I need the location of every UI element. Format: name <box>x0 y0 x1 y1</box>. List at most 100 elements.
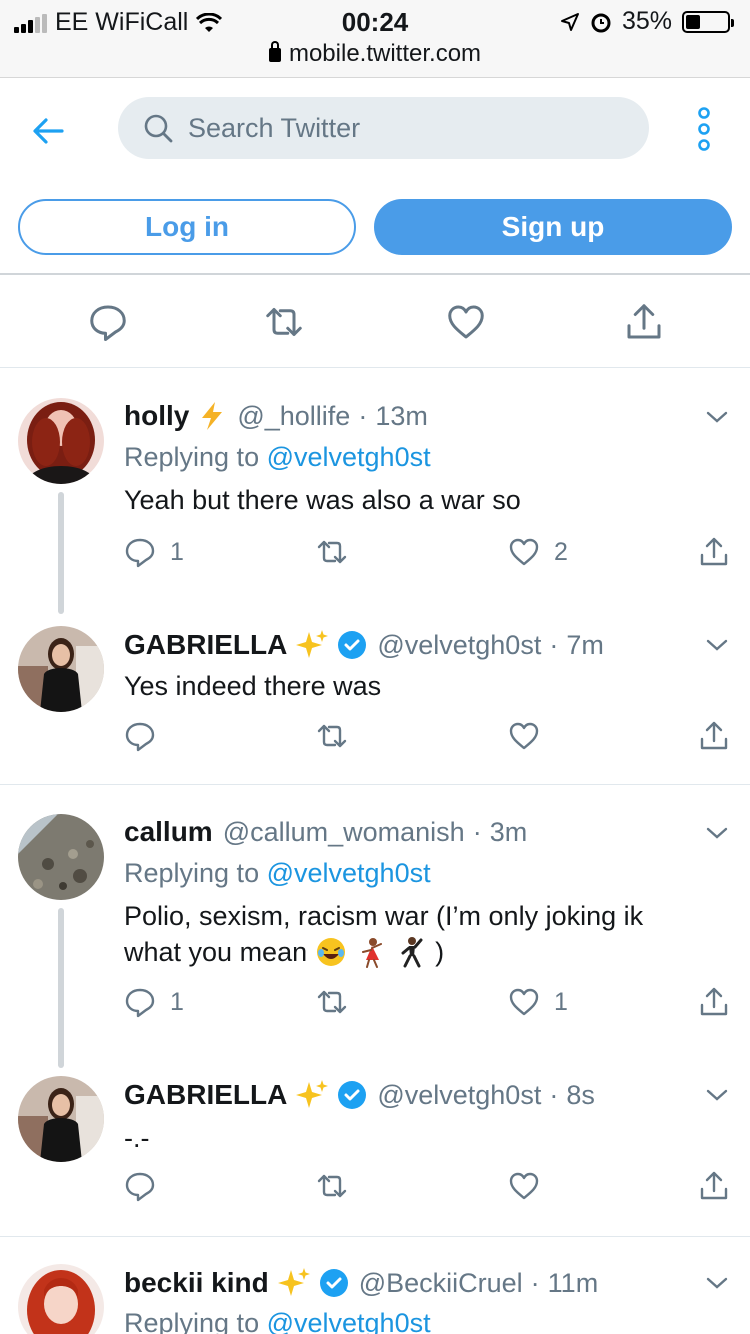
chevron-down-icon[interactable] <box>706 1276 728 1290</box>
conversation-divider <box>0 784 750 785</box>
user-handle[interactable]: @BeckiiCruel <box>359 1268 523 1299</box>
battery-percent: 35% <box>621 7 672 35</box>
separator-dot: · <box>472 816 482 847</box>
search-box[interactable] <box>118 97 649 159</box>
search-input[interactable] <box>188 112 608 144</box>
location-arrow-icon <box>560 12 579 31</box>
like-icon <box>509 538 539 566</box>
like-button[interactable]: 1 <box>508 986 568 1018</box>
share-icon[interactable] <box>624 302 664 342</box>
tweet-text-fragment: ) <box>435 937 445 967</box>
back-arrow-icon[interactable] <box>28 111 68 151</box>
retweet-icon <box>317 540 347 564</box>
replying-to-mention[interactable]: @velvetgh0st <box>267 442 431 472</box>
replying-to-label: Replying to <box>124 1308 267 1334</box>
like-icon <box>509 988 539 1016</box>
tweet-actions: 1 1 <box>0 986 750 1022</box>
retweet-button[interactable] <box>316 1170 348 1202</box>
replying-to-mention[interactable]: @velvetgh0st <box>267 1308 431 1334</box>
tweet-text-line: Polio, sexism, racism war (I’m only joki… <box>124 901 644 931</box>
main-tweet-actions <box>0 276 750 368</box>
retweet-icon[interactable] <box>264 302 304 342</box>
like-icon[interactable] <box>446 302 486 342</box>
search-icon <box>144 114 173 143</box>
share-button[interactable] <box>698 1170 730 1202</box>
separator-dot: · <box>358 400 368 431</box>
like-button[interactable]: 2 <box>508 536 568 568</box>
retweet-button[interactable] <box>316 720 348 752</box>
replying-to: Replying to @velvetgh0st <box>124 1308 431 1334</box>
reply-button[interactable]: 1 <box>124 536 184 568</box>
avatar[interactable] <box>18 814 104 900</box>
tweet-actions <box>0 720 750 756</box>
avatar[interactable] <box>18 1264 104 1334</box>
status-bar: EE WiFiCall 00:24 35% <box>0 0 750 40</box>
avatar[interactable] <box>18 1076 104 1162</box>
avatar[interactable] <box>18 626 104 712</box>
reply-button[interactable] <box>124 720 156 752</box>
chevron-down-icon[interactable] <box>706 638 728 652</box>
tweet-time[interactable]: 3m <box>490 817 528 848</box>
like-icon <box>509 1172 539 1200</box>
tweet-time[interactable]: 11m <box>548 1268 599 1299</box>
like-button[interactable] <box>508 1170 540 1202</box>
share-icon <box>700 1171 728 1200</box>
user-name[interactable]: GABRIELLA <box>124 629 287 661</box>
retweet-icon <box>317 990 347 1014</box>
user-name[interactable]: beckii kind <box>124 1267 269 1299</box>
share-icon <box>700 987 728 1016</box>
lightning-emoji-icon <box>197 401 227 431</box>
replying-to-mention[interactable]: @velvetgh0st <box>267 858 431 888</box>
user-name[interactable]: GABRIELLA <box>124 1079 287 1111</box>
user-handle[interactable]: @callum_womanish <box>223 817 465 848</box>
chevron-down-icon[interactable] <box>706 410 728 424</box>
separator-dot: · <box>530 1267 540 1298</box>
user-handle[interactable]: @_hollife <box>237 401 350 432</box>
tweet-time[interactable]: 13m <box>375 401 428 432</box>
address-bar[interactable]: mobile.twitter.com <box>0 40 750 78</box>
reply-icon <box>125 722 155 752</box>
laughing-emoji-icon <box>317 938 346 966</box>
user-handle[interactable]: @velvetgh0st <box>377 1080 541 1111</box>
tweet-actions <box>0 1170 750 1206</box>
tweet-header: callum @callum_womanish · 3m <box>124 816 527 848</box>
replying-to-label: Replying to <box>124 858 267 888</box>
login-button[interactable]: Log in <box>18 199 356 255</box>
top-nav: Log in Sign up <box>0 79 750 275</box>
avatar[interactable] <box>18 398 104 484</box>
user-name[interactable]: holly <box>124 400 189 432</box>
reply-button[interactable] <box>124 1170 156 1202</box>
tweet-text: Yes indeed there was <box>124 671 382 701</box>
battery-icon <box>682 10 734 33</box>
tweet-header: beckii kind @BeckiiCruel · 11m <box>124 1266 598 1300</box>
like-count: 2 <box>554 537 568 566</box>
user-handle[interactable]: @velvetgh0st <box>377 630 541 661</box>
url-text: mobile.twitter.com <box>288 40 482 67</box>
tweet-time[interactable]: 7m <box>566 630 604 661</box>
share-button[interactable] <box>698 986 730 1018</box>
user-name[interactable]: callum <box>124 816 213 848</box>
reply-icon <box>125 538 155 568</box>
retweet-button[interactable] <box>316 536 348 568</box>
alarm-icon <box>591 13 611 32</box>
share-icon <box>700 537 728 566</box>
more-options-icon[interactable] <box>692 107 716 151</box>
verified-badge-icon <box>337 1080 367 1110</box>
like-icon <box>509 722 539 750</box>
replying-to: Replying to @velvetgh0st <box>124 442 431 473</box>
share-button[interactable] <box>698 536 730 568</box>
chevron-down-icon[interactable] <box>706 826 728 840</box>
reply-button[interactable]: 1 <box>124 986 184 1018</box>
like-button[interactable] <box>508 720 540 752</box>
dancer-emoji-icon <box>362 938 383 968</box>
share-button[interactable] <box>698 720 730 752</box>
reply-icon[interactable] <box>88 302 128 342</box>
tweet-time[interactable]: 8s <box>566 1080 595 1111</box>
signup-button[interactable]: Sign up <box>374 199 732 255</box>
share-icon <box>700 721 728 750</box>
tweet-text: Polio, sexism, racism war (I’m only joki… <box>124 898 714 970</box>
chevron-down-icon[interactable] <box>706 1088 728 1102</box>
tweet-text: -.- <box>124 1123 150 1153</box>
retweet-button[interactable] <box>316 986 348 1018</box>
tweet-header: GABRIELLA @velvetgh0st · 7m <box>124 628 604 662</box>
